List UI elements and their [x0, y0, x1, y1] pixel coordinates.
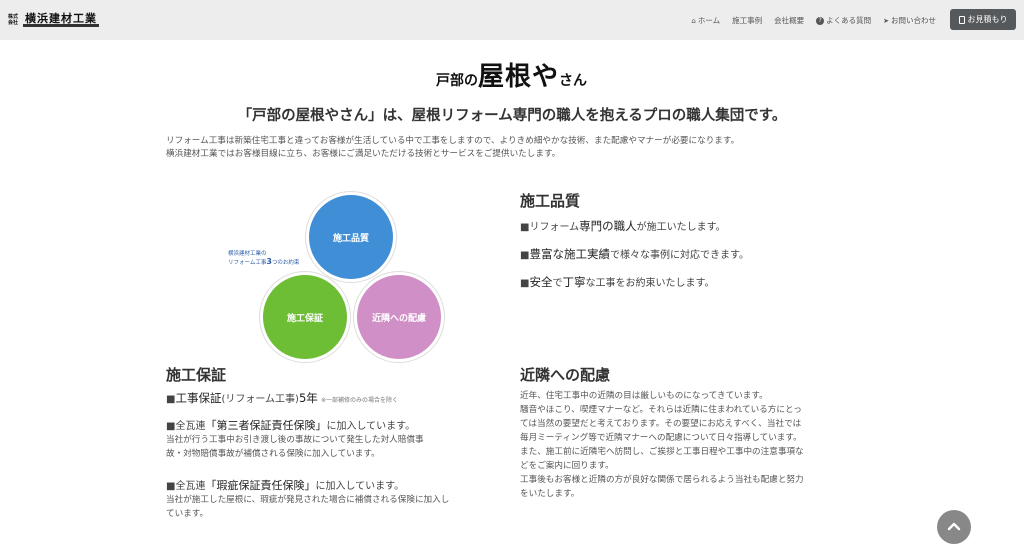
promises-caption: 横浜建材工業の リフォーム工事3つのお約束 — [228, 250, 299, 267]
warranty-l2-post: に加入しています。 — [326, 421, 416, 432]
warranty-line-2: ■全瓦連「第三者保証責任保険」に加入しています。 — [166, 417, 415, 433]
company-logo[interactable]: 株式会社 横浜建材工業 — [8, 12, 99, 28]
quality-b1-post: が施工いたします。 — [636, 222, 726, 233]
warranty-l3-post: に加入しています。 — [315, 481, 405, 492]
warranty-title: 施工保証 — [166, 366, 227, 384]
logo-company-name: 横浜建材工業 — [23, 12, 99, 27]
quality-b3-em1: 安全 — [529, 275, 553, 289]
neighbors-title: 近隣への配慮 — [520, 366, 611, 384]
quality-b2-post: で様々な事例に対応できます。 — [609, 250, 749, 261]
neighbors-line: どをご案内に回ります。 — [520, 461, 614, 471]
warranty-l1-em: 工事保証 — [175, 391, 222, 405]
page-logo: 戸部の屋根やさん — [436, 56, 587, 93]
warranty-l3-body: 当社が施工した屋根に、瑕疵が発見された場合に補償される保険に加入し ています。 — [166, 493, 449, 521]
warranty-l1-mid: (リフォーム工事) — [221, 394, 299, 405]
intro-line: 横浜建材工業ではお客様目線に立ち、お客様にご満足いただける技術とサービスをご提供… — [166, 149, 561, 159]
question-icon: ? — [816, 16, 825, 25]
intro-text: リフォーム工事は新築住宅工事と違ってお客様が生活している中で工事をしますので、よ… — [166, 135, 866, 161]
neighbors-line: をいたします。 — [520, 489, 580, 499]
nav-contact-label: お問い合わせ — [891, 16, 936, 25]
warranty-l3-pre: ■全瓦連 — [166, 481, 206, 492]
page-headline: 「戸部の屋根やさん」は、屋根リフォーム専門の職人を抱えるプロの職人集団です。 — [237, 107, 787, 124]
nav-home[interactable]: ⌂ ホーム — [691, 15, 720, 26]
neighbors-body: 近年、住宅工事中の近隣の目は厳しいものになってきています。 騒音やほこり、喫煙マ… — [520, 389, 804, 501]
page-logo-part-a: 戸部の — [436, 73, 478, 89]
three-promises-diagram: 横浜建材工業の リフォーム工事3つのお約束 施工品質 施工保証 近隣への配慮 — [226, 192, 456, 362]
scroll-to-top-button[interactable] — [937, 510, 971, 544]
estimate-button-label: お見積もり — [967, 15, 1008, 24]
warranty-line-3: ■全瓦連「瑕疵保証責任保険」に加入しています。 — [166, 477, 404, 493]
warranty-l1-em2: 5年 — [298, 391, 318, 405]
nav-faq[interactable]: ? よくある質問 — [816, 15, 871, 26]
page-logo-part-c: さん — [559, 73, 588, 89]
page-logo-part-b: 屋根や — [478, 62, 560, 92]
paper-plane-icon: ➤ — [883, 16, 889, 25]
warranty-l3-body-line: 当社が施工した屋根に、瑕疵が発見された場合に補償される保険に加入し — [166, 495, 450, 505]
circle-quality: 施工品質 — [306, 192, 396, 282]
circle-neighbors: 近隣への配慮 — [354, 272, 444, 362]
main-nav: ⌂ ホーム 施工事例 会社概要 ? よくある質問 ➤ お問い合わせ — [691, 15, 936, 26]
neighbors-line: ては当然の要望だと考えております。その要望にお応えすべく、当社では — [520, 419, 802, 429]
quality-b2-em: 豊富な施工実績 — [529, 247, 610, 261]
quality-bullet-1: ■リフォーム専門の職人が施工いたします。 — [520, 218, 726, 234]
quality-b3-mid: で — [552, 278, 563, 289]
quality-bullet-3: ■安全で丁寧な工事をお約束いたします。 — [520, 274, 714, 290]
home-icon: ⌂ — [691, 16, 696, 25]
estimate-button[interactable]: お見積もり — [950, 9, 1016, 30]
warranty-line-1: ■工事保証(リフォーム工事)5年 ※一部補修のみの場合を除く — [166, 390, 398, 406]
quality-b3-post: な工事をお約束いたします。 — [585, 278, 715, 289]
neighbors-line: 騒音やほこり、喫煙マナーなど。それらは近隣に住まわれている方にとっ — [520, 405, 802, 415]
promises-caption-line1: 横浜建材工業の — [228, 251, 267, 257]
warranty-l2-body: 当社が行う工事中お引き渡し後の事故について発生した対人賠償事 故・対物賠償事故が… — [166, 433, 424, 461]
warranty-l2-body-line: 当社が行う工事中お引き渡し後の事故について発生した対人賠償事 — [166, 435, 424, 445]
promises-caption-suffix: つのお約束 — [271, 260, 300, 266]
warranty-l2-pre: ■全瓦連 — [166, 421, 206, 432]
logo-company-type: 株式会社 — [8, 14, 19, 26]
neighbors-line: 工事後もお客様と近隣の方が良好な関係で居られるよう当社も配慮と努力 — [520, 475, 804, 485]
circle-warranty: 施工保証 — [260, 272, 350, 362]
chevron-up-icon — [947, 522, 961, 531]
nav-company[interactable]: 会社概要 — [774, 15, 804, 26]
neighbors-line: 近年、住宅工事中の近隣の目は厳しいものになってきています。 — [520, 391, 768, 401]
nav-works-label: 施工事例 — [732, 16, 763, 25]
intro-line: リフォーム工事は新築住宅工事と違ってお客様が生活している中で工事をしますので、よ… — [166, 136, 740, 146]
quality-b3-em2: 丁寧 — [562, 275, 586, 289]
document-icon — [958, 15, 965, 24]
quality-title: 施工品質 — [520, 192, 581, 210]
quality-b1-pre: ■リフォーム — [520, 222, 580, 233]
neighbors-line: また、施工前に近隣宅へ訪問し、ご挨拶と工事日程や工事中の注意事項な — [520, 447, 804, 457]
warranty-l3-em: 「瑕疵保証責任保険」 — [205, 479, 316, 492]
nav-works[interactable]: 施工事例 — [732, 15, 762, 26]
nav-contact[interactable]: ➤ お問い合わせ — [883, 15, 936, 26]
warranty-l3-body-line: ています。 — [166, 509, 209, 519]
nav-faq-label: よくある質問 — [826, 16, 872, 25]
neighbors-line: 毎月ミーティング等で近隣マナーへの配慮について日々指導しています。 — [520, 433, 802, 443]
promises-caption-prefix: リフォーム工事 — [228, 260, 267, 266]
warranty-l2-em: 「第三者保証責任保険」 — [205, 419, 327, 432]
site-header: 株式会社 横浜建材工業 ⌂ ホーム 施工事例 会社概要 ? よくある質問 ➤ お問い合… — [0, 0, 1024, 40]
nav-company-label: 会社概要 — [774, 16, 805, 25]
warranty-l2-body-line: 故・対物賠償事故が補償される保険に加入しています。 — [166, 449, 380, 459]
warranty-note: ※一部補修のみの場合を除く — [320, 397, 399, 404]
quality-b1-em: 専門の職人 — [579, 219, 637, 233]
quality-bullet-2: ■豊富な施工実績で様々な事例に対応できます。 — [520, 246, 749, 262]
nav-home-label: ホーム — [697, 16, 721, 25]
